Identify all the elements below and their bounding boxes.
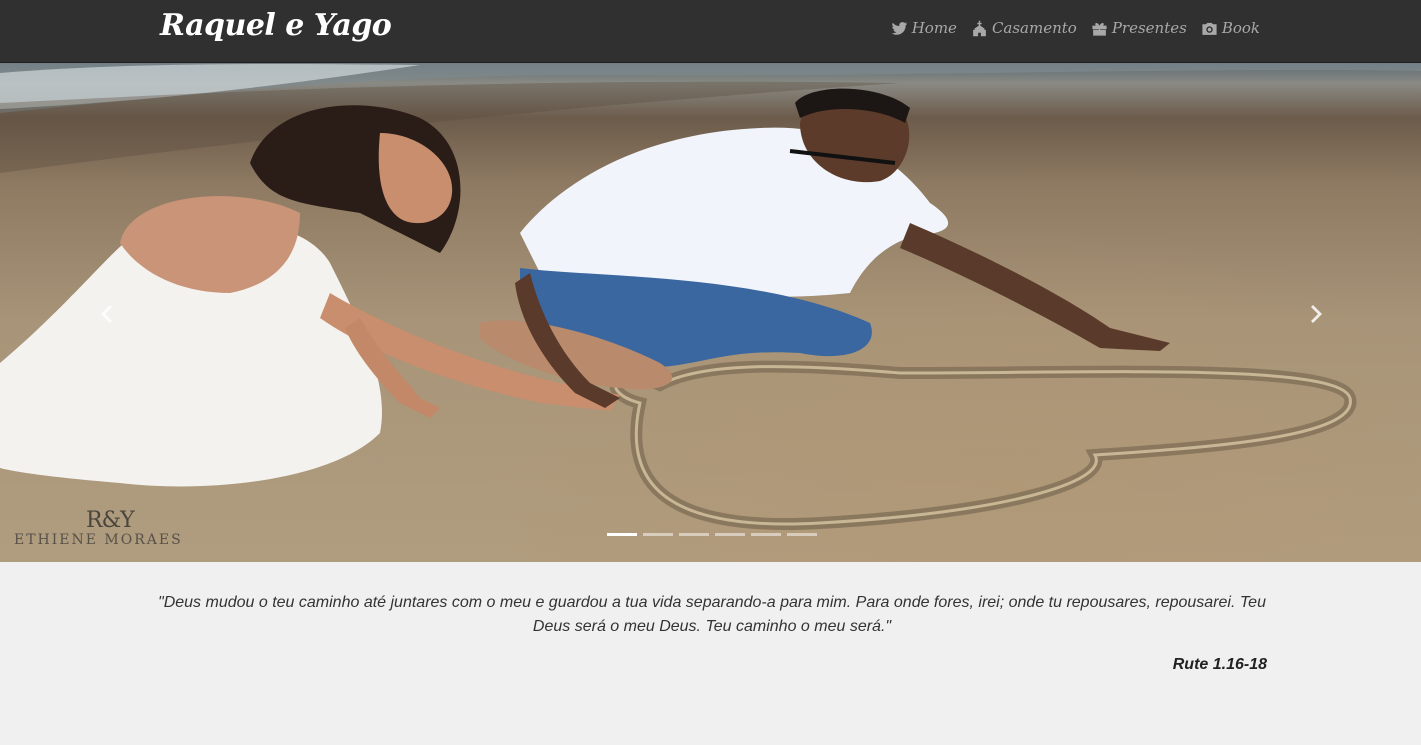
gift-icon — [1092, 22, 1107, 36]
nav-label: Book — [1221, 19, 1260, 37]
nav-label: Home — [911, 19, 957, 37]
nav-item-home[interactable]: Home — [891, 19, 957, 37]
carousel-next-button[interactable] — [1303, 301, 1331, 327]
nav-item-presentes[interactable]: Presentes — [1091, 19, 1187, 37]
carousel-indicator[interactable] — [643, 533, 673, 536]
beach-couple-photo — [0, 63, 1421, 530]
carousel-prev-button[interactable] — [92, 301, 120, 327]
carousel-indicator[interactable] — [607, 533, 637, 536]
navbar: Raquel e Yago Home Casamento Presentes B… — [0, 0, 1421, 63]
watermark-name: ETHIENE MORAES — [14, 532, 183, 548]
nav-label: Presentes — [1111, 19, 1187, 37]
carousel-indicator[interactable] — [679, 533, 709, 536]
nav-item-casamento[interactable]: Casamento — [971, 19, 1077, 37]
chevron-right-icon — [1311, 305, 1322, 323]
carousel-indicator[interactable] — [787, 533, 817, 536]
bible-verse-quote: "Deus mudou o teu caminho até juntares c… — [158, 594, 1266, 635]
camera-icon — [1202, 22, 1217, 35]
twitter-bird-icon — [891, 21, 908, 35]
main-nav: Home Casamento Presentes Book — [891, 19, 1260, 37]
nav-item-book[interactable]: Book — [1201, 19, 1260, 37]
nav-label: Casamento — [991, 19, 1077, 37]
carousel-indicator[interactable] — [751, 533, 781, 536]
brand-logo[interactable]: Raquel e Yago — [160, 8, 392, 43]
photographer-watermark: R&Y ETHIENE MORAES — [14, 508, 229, 552]
church-icon — [973, 20, 986, 36]
hero-carousel[interactable]: R&Y ETHIENE MORAES — [0, 63, 1421, 562]
bible-verse-reference: Rute 1.16-18 — [1172, 656, 1267, 673]
watermark-monogram: R&Y — [86, 508, 135, 533]
carousel-indicators — [607, 533, 817, 536]
chevron-left-icon — [101, 305, 112, 323]
carousel-indicator[interactable] — [715, 533, 745, 536]
